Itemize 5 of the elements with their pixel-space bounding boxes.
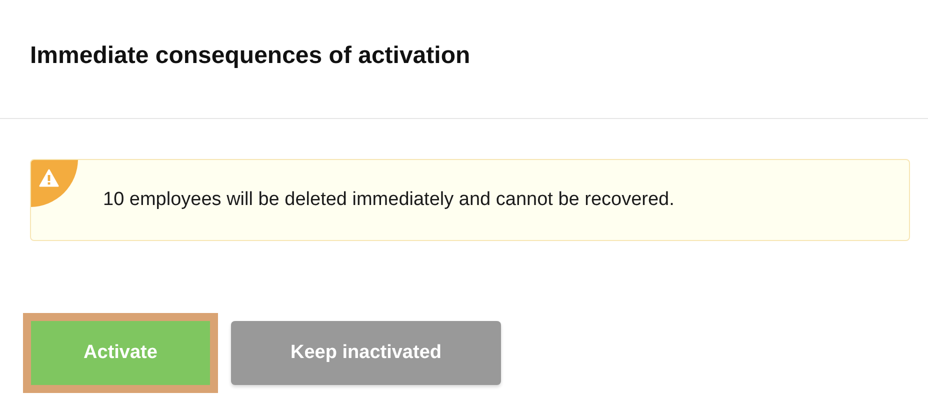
keep-inactivated-button[interactable]: Keep inactivated: [231, 321, 501, 385]
activate-button[interactable]: Activate: [31, 321, 210, 385]
alert-message: 10 employees will be deleted immediately and cannot be recovered.: [103, 189, 674, 211]
dialog-title: Immediate consequences of activation: [30, 42, 470, 70]
warning-icon: [39, 169, 59, 187]
